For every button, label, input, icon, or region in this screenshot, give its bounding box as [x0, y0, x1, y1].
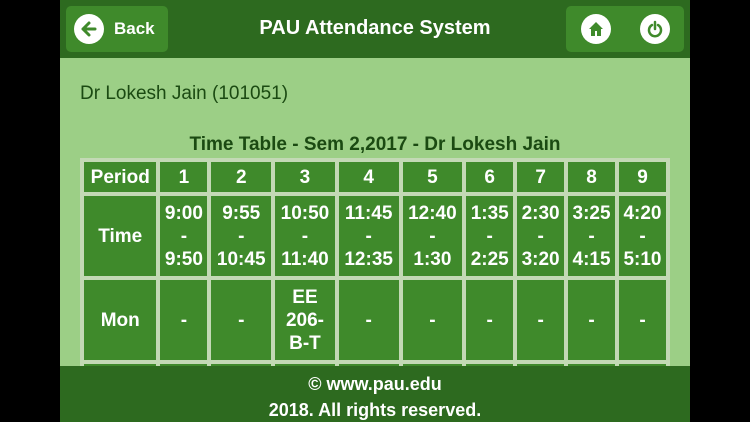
time-cell: 1:35-2:25 [464, 194, 516, 278]
slot-cell[interactable]: - [158, 278, 210, 362]
period-cell: 7 [515, 160, 567, 194]
slot-cell[interactable]: - [400, 278, 465, 362]
period-cell: 8 [566, 160, 617, 194]
time-cell: 3:25-4:15 [566, 194, 617, 278]
time-sep: - [238, 225, 245, 247]
footer: © www.pau.edu 2018. All rights reserved. [60, 366, 690, 422]
time-header: Time [82, 194, 159, 278]
time-sep: - [486, 225, 493, 247]
day-row-mon: Mon - - EE 206- B-T - - - - - - [82, 278, 668, 362]
time-cell: 9:00-9:50 [158, 194, 210, 278]
class-line: B-T [289, 332, 321, 354]
slot-cell[interactable]: - [464, 278, 516, 362]
header-actions [566, 6, 684, 52]
time-end: 11:40 [281, 248, 329, 270]
time-start: 9:00 [164, 202, 203, 224]
time-start: 9:55 [222, 202, 261, 224]
time-cell: 9:55-10:45 [209, 194, 274, 278]
period-row: Period 1 2 3 4 5 6 7 8 9 [82, 160, 668, 194]
footer-copyright: © www.pau.edu [308, 374, 442, 394]
period-cell: 5 [400, 160, 465, 194]
time-cell: 4:20-5:10 [616, 194, 668, 278]
time-start: 4:20 [623, 202, 662, 224]
time-end: 5:10 [623, 248, 662, 270]
period-cell: 9 [616, 160, 668, 194]
time-end: 10:45 [216, 248, 266, 270]
period-cell: 3 [273, 160, 337, 194]
time-cell: 11:45-12:35 [336, 194, 401, 278]
slot-cell-class[interactable]: EE 206- B-T [273, 278, 337, 362]
time-end: 3:20 [521, 248, 560, 270]
time-end: 1:30 [413, 248, 452, 270]
time-start: 11:45 [344, 202, 393, 224]
time-end: 9:50 [164, 248, 203, 270]
time-start: 1:35 [470, 202, 509, 224]
time-end: 4:15 [572, 248, 611, 270]
class-line: 206- [285, 309, 324, 331]
slot-cell[interactable]: - [566, 278, 617, 362]
time-start: 2:30 [521, 202, 560, 224]
time-cell: 10:50-11:40 [273, 194, 337, 278]
period-header: Period [82, 160, 159, 194]
time-sep: - [180, 225, 188, 247]
timetable-title: Time Table - Sem 2,2017 - Dr Lokesh Jain [189, 134, 561, 155]
top-bar: Back PAU Attendance System [60, 0, 690, 58]
time-sep: - [588, 225, 595, 247]
time-start: 3:25 [572, 202, 611, 224]
slot-cell[interactable]: - [616, 278, 668, 362]
slot-cell[interactable]: - [515, 278, 567, 362]
time-start: 12:40 [408, 202, 457, 224]
time-end: 12:35 [344, 248, 393, 270]
period-cell: 4 [336, 160, 401, 194]
power-icon[interactable] [639, 14, 670, 44]
period-cell: 1 [158, 160, 210, 194]
footer-rights: 2018. All rights reserved. [268, 400, 482, 420]
time-cell: 2:30-3:20 [515, 194, 567, 278]
period-cell: 2 [209, 160, 274, 194]
home-icon[interactable] [580, 14, 611, 44]
period-cell: 6 [464, 160, 516, 194]
time-start: 10:50 [280, 202, 330, 224]
time-cell: 12:40-1:30 [400, 194, 465, 278]
slot-cell[interactable]: - [336, 278, 401, 362]
time-sep: - [365, 225, 372, 247]
time-row: Time 9:00-9:50 9:55-10:45 10:50-11:40 11… [82, 194, 668, 278]
slot-cell[interactable]: - [209, 278, 274, 362]
time-end: 2:25 [470, 248, 509, 270]
time-sep: - [301, 225, 309, 247]
day-header: Mon [82, 278, 159, 362]
time-sep: - [429, 225, 436, 247]
time-sep: - [639, 225, 646, 247]
time-sep: - [537, 225, 544, 247]
class-line: EE [292, 286, 318, 308]
user-name: Dr Lokesh Jain (101051) [80, 83, 289, 104]
app-screen: Back PAU Attendance System Dr Lokesh Jai… [60, 0, 690, 422]
